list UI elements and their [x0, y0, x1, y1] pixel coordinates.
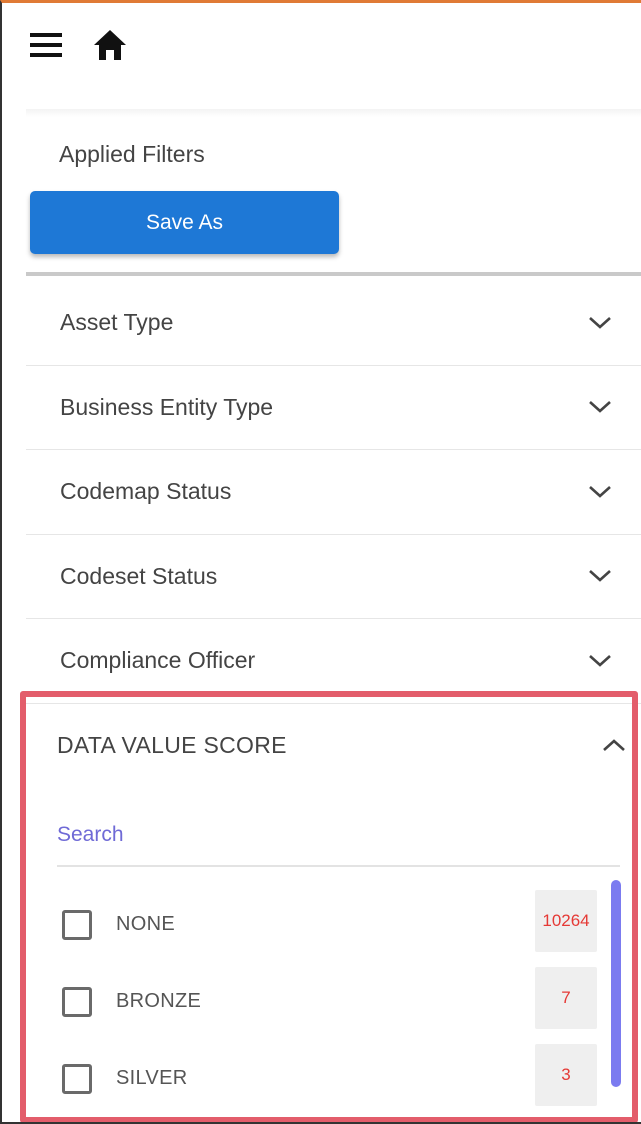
top-toolbar — [26, 25, 130, 65]
option-silver[interactable]: SILVER 3 — [62, 1040, 597, 1117]
chevron-down-icon[interactable] — [587, 648, 613, 674]
chevron-down-icon[interactable] — [587, 479, 613, 505]
option-label: NONE — [116, 913, 175, 935]
count-badge: 10264 — [535, 890, 597, 952]
section-divider — [26, 272, 641, 276]
save-as-button[interactable]: Save As — [30, 191, 339, 254]
filter-business-entity-type[interactable]: Business Entity Type — [26, 366, 641, 450]
panel-top-edge — [26, 109, 641, 117]
hamburger-menu-icon[interactable] — [26, 25, 66, 65]
filter-label: Business Entity Type — [60, 393, 274, 420]
filter-label: Codeset Status — [60, 562, 218, 589]
filter-codeset-status[interactable]: Codeset Status — [26, 535, 641, 619]
applied-filters-title: Applied Filters — [59, 141, 205, 167]
filter-label: Compliance Officer — [60, 647, 256, 674]
filter-label: Asset Type — [60, 309, 174, 336]
option-label: BRONZE — [116, 990, 202, 1012]
data-value-score-search-input[interactable] — [57, 805, 620, 867]
option-label: SILVER — [116, 1067, 188, 1089]
data-value-score-title: DATA VALUE SCORE — [57, 731, 287, 758]
chevron-down-icon[interactable] — [587, 563, 613, 589]
options-scrollbar[interactable] — [611, 880, 621, 1087]
home-icon[interactable] — [90, 25, 130, 65]
checkbox[interactable] — [62, 909, 92, 940]
filter-codemap-status[interactable]: Codemap Status — [26, 450, 641, 535]
data-value-score-options: NONE 10264 BRONZE 7 SILVER 3 — [62, 886, 597, 1117]
chevron-down-icon[interactable] — [587, 310, 613, 336]
chevron-down-icon[interactable] — [587, 394, 613, 420]
count-badge: 3 — [535, 1044, 597, 1106]
filter-asset-type[interactable]: Asset Type — [26, 281, 641, 366]
option-bronze[interactable]: BRONZE 7 — [62, 963, 597, 1040]
chevron-up-icon[interactable] — [601, 732, 627, 758]
filter-accordion-list: Asset Type Business Entity Type Codemap … — [26, 281, 641, 704]
count-badge: 7 — [535, 967, 597, 1029]
option-none[interactable]: NONE 10264 — [62, 886, 597, 963]
filter-data-value-score-header[interactable]: DATA VALUE SCORE — [57, 721, 627, 769]
app-frame: Applied Filters Save As Asset Type Busin… — [0, 0, 641, 1124]
filter-label: Codemap Status — [60, 478, 232, 505]
checkbox[interactable] — [62, 986, 92, 1017]
checkbox[interactable] — [62, 1063, 92, 1094]
